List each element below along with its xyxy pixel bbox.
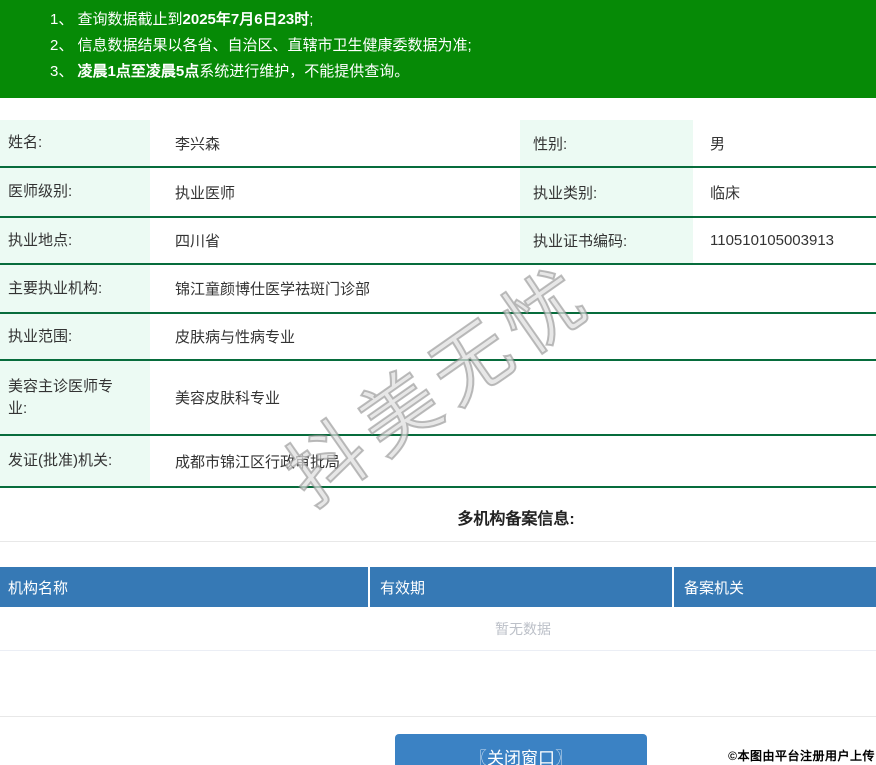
filing-col-header-validity: 有效期 [368,567,672,607]
field-label-practice-scope: 执业范围: [0,314,150,359]
filing-table-header: 机构名称 有效期 备案机关 [0,567,876,607]
notice-text: 3、 [50,63,78,80]
field-label-doctor-level: 医师级别: [0,168,150,216]
table-row: 发证(批准)机关: 成都市锦江区行政审批局 [0,436,876,488]
table-row: 执业范围: 皮肤病与性病专业 [0,314,876,361]
close-window-button[interactable]: 〖关闭窗口〗 [395,734,647,765]
table-row: 执业地点: 四川省 执业证书编码: 110510105003913 [0,218,876,265]
field-label-practice-category: 执业类别: [520,168,693,216]
field-label-practice-location: 执业地点: [0,218,150,263]
section-divider [0,651,876,717]
filing-col-header-authority: 备案机关 [672,567,876,607]
notice-line-2: 2、 信息数据结果以各省、自治区、直辖市卫生健康委数据为准; [50,33,866,59]
field-label-issuing-authority: 发证(批准)机关: [0,436,150,486]
empty-data-text: 暂无数据 [495,620,551,637]
field-label-main-institution: 主要执业机构: [0,265,150,312]
field-value-gender: 男 [710,135,726,153]
field-value-main-institution: 锦江童颜博仕医学祛斑门诊部 [175,281,371,298]
notice-bold-text: 凌晨1点至凌晨5点 [77,63,200,80]
field-label-certificate-number: 执业证书编码: [520,218,693,263]
field-label-gender: 性别: [520,120,693,166]
upload-caption: ©本图由平台注册用户上传 [728,749,875,763]
notice-text: 2、 信息数据结果以各省、自治区、直辖市卫生健康委数据为准; [50,37,472,54]
table-row: 美容主诊医师专业: 美容皮肤科专业 [0,361,876,436]
table-row: 主要执业机构: 锦江童颜博仕医学祛斑门诊部 [0,265,876,314]
filing-section-title: 多机构备案信息: [457,511,575,528]
filing-col-header-institution: 机构名称 [8,579,69,597]
notice-banner: 1、 查询数据截止到2025年7月6日23时; 2、 信息数据结果以各省、自治区… [0,0,876,98]
notice-text: 1、 查询数据截止到 [50,11,183,28]
table-row: 姓名: 李兴森 性别: 男 [0,120,876,168]
table-row: 医师级别: 执业医师 执业类别: 临床 [0,168,876,218]
filing-section: 多机构备案信息: [0,488,876,542]
field-value-practice-scope: 皮肤病与性病专业 [175,329,296,346]
doctor-info-table: 姓名: 李兴森 性别: 男 医师级别: 执业医师 执业类别: 临床 执业地点: … [0,120,876,488]
notice-line-1: 1、 查询数据截止到2025年7月6日23时; [50,7,866,33]
filing-empty-row: 暂无数据 [0,607,876,651]
field-label-name: 姓名: [0,120,150,166]
field-value-cosmetic-specialty: 美容皮肤科专业 [175,390,281,407]
field-value-doctor-level: 执业医师 [175,184,236,202]
notice-text: 系统进行维护，不能提供查询。 [199,63,410,80]
notice-bold-text: 2025年7月6日23时 [182,11,310,28]
field-value-practice-category: 临床 [710,184,741,202]
field-value-certificate-number: 110510105003913 [710,232,835,249]
field-value-issuing-authority: 成都市锦江区行政审批局 [175,453,341,471]
field-value-name: 李兴森 [175,135,221,153]
notice-line-3: 3、 凌晨1点至凌晨5点系统进行维护，不能提供查询。 [50,59,866,85]
field-label-cosmetic-specialty: 美容主诊医师专业: [0,361,150,434]
notice-text: ; [309,11,314,28]
field-value-practice-location: 四川省 [175,233,221,250]
